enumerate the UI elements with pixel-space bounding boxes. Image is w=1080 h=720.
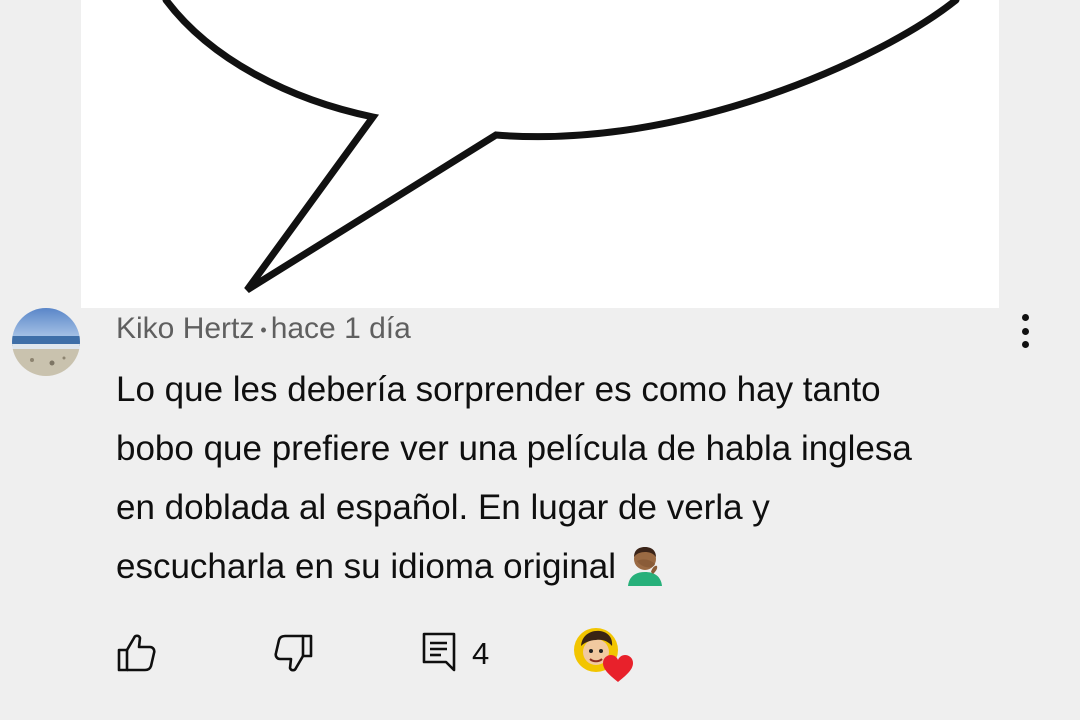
- more-vertical-icon: [1021, 314, 1029, 321]
- comment-line-last: escucharla en su idioma original: [116, 537, 1036, 596]
- more-options-button[interactable]: [1008, 310, 1042, 352]
- avatar-beach-image: [12, 308, 80, 376]
- dislike-button[interactable]: [272, 632, 316, 676]
- comment-text: Lo que les debería sorprender es como ha…: [116, 360, 1036, 596]
- man-facepalming-emoji: [628, 547, 662, 586]
- author-name[interactable]: Kiko Hertz: [116, 312, 254, 345]
- thumb-up-icon: [117, 634, 156, 672]
- comment-screen: Kiko Hertz • hace 1 día Lo que les debería…: [0, 0, 1080, 720]
- header-separator: •: [260, 320, 267, 341]
- comment-header: Kiko Hertz • hace 1 día: [116, 309, 411, 349]
- reply-count[interactable]: 4: [472, 634, 489, 674]
- attached-image: [81, 0, 999, 308]
- comment-line: Lo que les debería sorprender es como ha…: [116, 370, 881, 409]
- comment-icon: [422, 632, 456, 672]
- reply-button[interactable]: [416, 630, 460, 674]
- avatar[interactable]: [12, 308, 80, 376]
- speech-bubble-icon: [162, 0, 960, 293]
- thumb-down-icon: [274, 634, 313, 672]
- comment-line: en doblada al español. En lugar de verla…: [116, 488, 770, 527]
- comment-time: hace 1 día: [270, 312, 411, 345]
- like-button[interactable]: [114, 630, 158, 674]
- creator-heart-badge: [572, 626, 636, 684]
- comment-line: bobo que prefiere ver una película de ha…: [116, 429, 912, 468]
- creator-heart-icon: [574, 628, 633, 682]
- comment-line-text: escucharla en su idioma original: [116, 547, 616, 586]
- comment-actions: 4: [0, 620, 1080, 690]
